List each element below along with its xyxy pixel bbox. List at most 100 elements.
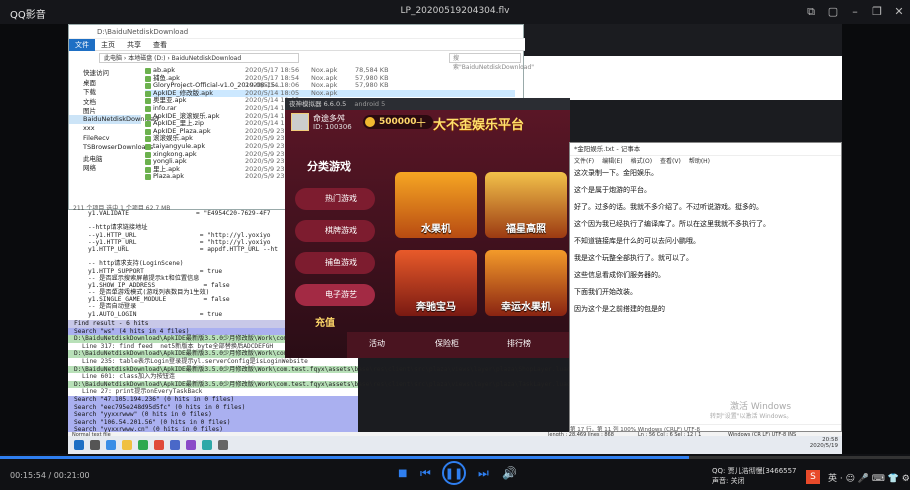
clock: 20:58 2020/5/19 xyxy=(798,437,838,449)
result-search[interactable]: Search "eec795e248d95d5fc" (0 hits in 0 … xyxy=(68,403,358,412)
code-line: y1.VALIDATE = "E4954C20-7629-4F7 xyxy=(88,210,271,217)
nav-item[interactable]: 此电脑 xyxy=(69,153,141,163)
fullscreen-icon[interactable]: ▢ xyxy=(826,5,840,19)
file-row[interactable]: ApkIDE_修改版.apk 2020/5/14 18:05 Nox.apk xyxy=(145,88,515,98)
ranking-button[interactable]: 排行榜 xyxy=(507,338,531,349)
pin-icon[interactable]: ⧉ xyxy=(804,5,818,19)
address-bar[interactable]: 此电脑 › 本地磁盘 (D:) › BaiduNetdiskDownload xyxy=(99,53,299,63)
ribbon-tab-home[interactable]: 主页 xyxy=(95,39,121,51)
progress-bar[interactable] xyxy=(0,456,910,459)
category-fishing[interactable]: 捕鱼游戏 xyxy=(295,252,375,274)
code-line: y1.HTTP_URL = appdf.HTTP_URL --ht xyxy=(88,245,278,253)
notepad-window: *金阳娱乐.txt - 记事本 文件(F) 编辑(E) 格式(O) 查看(V) 帮助(H… xyxy=(569,142,842,433)
result-search[interactable]: Search "47.105.194.236" (0 hits in 0 fil… xyxy=(68,395,358,404)
recharge-button[interactable]: 充值 xyxy=(315,314,335,329)
menu-help[interactable]: 帮助(H) xyxy=(689,158,710,165)
nav-item[interactable]: 图片 xyxy=(69,105,141,115)
game-card-lucky-fruit[interactable]: 幸运水果机 xyxy=(485,250,567,316)
add-coins-icon[interactable]: ＋ xyxy=(415,114,427,131)
nav-item[interactable]: xxx xyxy=(69,124,141,134)
player-title-bar: QQ影音 LP_20200519204304.flv ⧉ ▢ – ❐ ✕ xyxy=(0,0,910,24)
text-line: 下面我们开始改装。 xyxy=(574,288,637,296)
start-icon[interactable] xyxy=(74,440,84,450)
apk-file-icon xyxy=(145,159,151,166)
windows-taskbar: 20:58 2020/5/19 xyxy=(68,436,842,454)
ribbon-tab-share[interactable]: 共享 xyxy=(121,39,147,51)
app-icon[interactable] xyxy=(154,440,164,450)
volume-icon[interactable]: 🔊 xyxy=(502,466,517,480)
game-label: 奔驰宝马 xyxy=(416,302,456,313)
result-search[interactable]: Search "yyxxrwww" (0 hits in 0 files) xyxy=(68,411,358,419)
category-chess[interactable]: 棋牌游戏 xyxy=(295,220,375,242)
result-search[interactable]: Search "106.54.201.56" (0 hits in 0 file… xyxy=(68,418,358,427)
maximize-icon[interactable]: ❐ xyxy=(870,5,884,19)
clock-date: 2020/5/19 xyxy=(809,443,838,449)
nav-item[interactable]: TSBrowserDownloads xyxy=(69,143,153,153)
nav-item-selected[interactable]: BaiduNetdiskDownload xyxy=(69,114,158,124)
app-icon[interactable] xyxy=(138,440,148,450)
game-label: 幸运水果机 xyxy=(501,302,551,313)
menu-format[interactable]: 格式(O) xyxy=(631,158,652,165)
app-icon[interactable] xyxy=(202,440,212,450)
nav-item[interactable]: 网络 xyxy=(69,162,141,172)
stop-icon[interactable]: ■ xyxy=(398,468,407,479)
ime-tray-icons[interactable]: 英 · ☺ 🎤 ⌨ 👕 ⚙ xyxy=(828,471,910,484)
nav-item[interactable]: FileRecv xyxy=(69,134,141,144)
file-name: Plaza.apk xyxy=(153,172,185,181)
avatar[interactable] xyxy=(291,113,309,131)
android-badge: android 5 xyxy=(354,100,386,108)
ribbon-tab-view[interactable]: 查看 xyxy=(147,39,173,51)
minimize-icon[interactable]: – xyxy=(848,5,862,19)
file-type: Nox.apk xyxy=(311,88,338,97)
apk-file-icon xyxy=(145,151,151,158)
notepad-status: 第 17 行，第 11 列 100% Windows (CRLF) UTF-8 xyxy=(570,424,841,433)
category-hot[interactable]: 热门游戏 xyxy=(295,188,375,210)
result-hit[interactable]: Line 235: table表示Login登录提示yl.serverConfi… xyxy=(68,357,358,366)
code-line: -- 是否自动登录 xyxy=(88,303,137,311)
safe-button[interactable]: 保险柜 xyxy=(435,338,459,349)
search-input[interactable]: 搜索"BaiduNetdiskDownload" xyxy=(449,53,534,71)
sogou-icon[interactable]: S xyxy=(806,470,820,484)
notification-line-2: 声音: 关闭 xyxy=(712,477,745,485)
nav-item[interactable]: 文档 xyxy=(69,96,141,106)
game-label: 水果机 xyxy=(421,224,451,235)
notepad-text-area[interactable]: 这次录制一下。金阳娱乐。 这个是属于炮游的平台。 好了。过多的话。我就不多介绍了… xyxy=(570,165,841,423)
game-card-fortune[interactable]: 福星高照 xyxy=(485,172,567,238)
coin-icon xyxy=(365,117,375,127)
nav-item[interactable]: 桌面 xyxy=(69,77,141,87)
code-editor[interactable]: y1.VALIDATE = "E4954C20-7629-4F7 --http请求… xyxy=(68,210,308,320)
result-hit[interactable]: Line 601: class加入为按钮连 xyxy=(68,373,358,381)
result-hit[interactable]: Line 27: print提示onEveryTaskBack xyxy=(68,388,358,396)
file-name: LP_20200519204304.flv xyxy=(400,6,510,16)
next-icon[interactable]: ⏭ xyxy=(478,466,489,481)
apk-file-icon xyxy=(145,83,151,90)
emulator-window: 夜神模拟器 6.6.0.5 android 5 命途多舛 ID: 100306 … xyxy=(285,98,570,358)
menu-file[interactable]: 文件(F) xyxy=(574,158,594,165)
pause-button[interactable]: ❚❚ xyxy=(442,461,466,485)
close-icon[interactable]: ✕ xyxy=(892,5,906,19)
apk-file-icon xyxy=(145,121,151,128)
nav-item[interactable]: 快速访问 xyxy=(69,67,141,77)
folder-icon[interactable] xyxy=(122,440,132,450)
search-icon[interactable] xyxy=(90,440,100,450)
time-display: 00:15:54 / 00:21:00 xyxy=(10,471,90,480)
bottom-bar: 活动 保险柜 排行榜 xyxy=(347,332,570,358)
game-card-benz-bmw[interactable]: 奔驰宝马 xyxy=(395,250,477,316)
menu-view[interactable]: 查看(V) xyxy=(660,158,681,165)
app-icon[interactable] xyxy=(218,440,228,450)
explorer-ribbon: 文件 主页 共享 查看 xyxy=(69,39,525,51)
previous-icon[interactable]: ⏮ xyxy=(420,466,431,481)
category-electronic[interactable]: 电子游艺 xyxy=(295,284,375,306)
app-icon[interactable] xyxy=(186,440,196,450)
explorer-title: D:\BaiduNetdiskDownload xyxy=(69,25,525,39)
activity-button[interactable]: 活动 xyxy=(369,338,385,349)
edge-icon[interactable] xyxy=(106,440,116,450)
notepad-menu: 文件(F) 编辑(E) 格式(O) 查看(V) 帮助(H) xyxy=(570,156,841,165)
nav-item[interactable]: 下载 xyxy=(69,86,141,96)
menu-edit[interactable]: 编辑(E) xyxy=(602,158,622,165)
ribbon-tab-file[interactable]: 文件 xyxy=(69,39,95,51)
app-icon[interactable] xyxy=(170,440,180,450)
code-line: --y1.HTTP_URL = "http://yl.yoxiyo xyxy=(88,231,271,239)
game-card-fruit[interactable]: 水果机 xyxy=(395,172,477,238)
code-line: -- http请求支持(LoginScene) xyxy=(88,260,184,268)
